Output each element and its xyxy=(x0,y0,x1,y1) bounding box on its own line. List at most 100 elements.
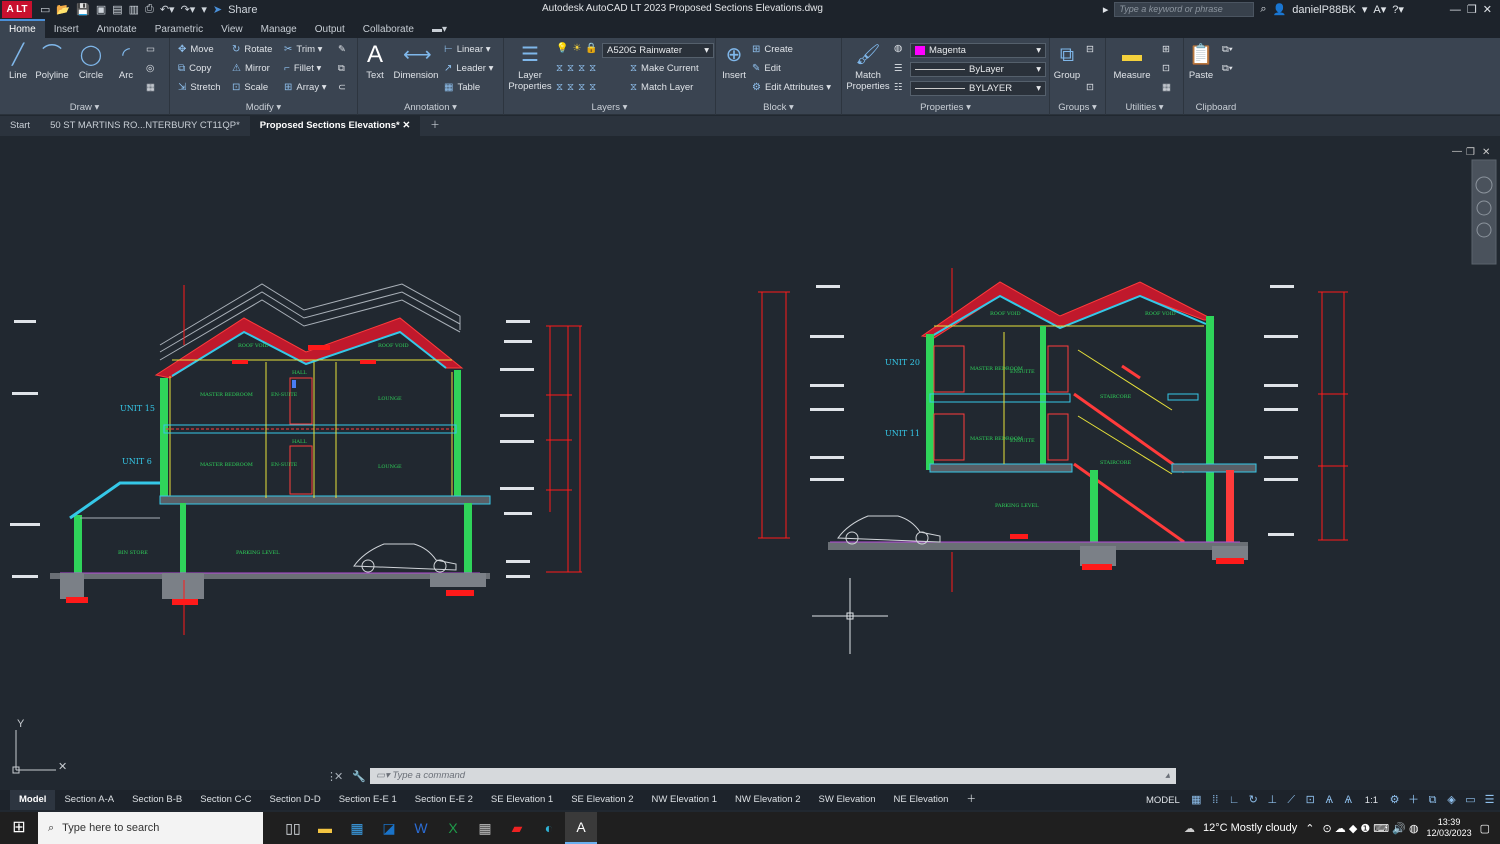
tab-collaborate[interactable]: Collaborate xyxy=(354,21,423,38)
color-wheel-icon[interactable]: ◍ xyxy=(894,43,902,54)
layer-dropdown[interactable]: A520G Rainwater ▾ xyxy=(602,43,714,58)
linetype-icon[interactable]: ☷ xyxy=(894,82,903,93)
scale-dropdown[interactable]: 1:1 xyxy=(1361,795,1382,806)
calculator-icon[interactable]: ▦ xyxy=(469,812,501,844)
tab-layout[interactable]: Section E-E 2 xyxy=(406,790,482,810)
autodesk-app-icon[interactable]: A▾ xyxy=(1373,3,1386,16)
minimize-icon[interactable]: — xyxy=(1450,4,1461,16)
arc-button[interactable]: ◜ Arc xyxy=(112,42,140,81)
trim-button[interactable]: ✂ Trim ▾ xyxy=(284,44,322,55)
tab-model[interactable]: Model xyxy=(10,790,56,810)
clock[interactable]: 13:39 12/03/2023 xyxy=(1427,817,1472,839)
copy-clip-icon[interactable]: ⧉▾ xyxy=(1222,63,1233,74)
share-button[interactable]: Share xyxy=(228,4,257,16)
tab-home[interactable]: Home xyxy=(0,19,45,38)
text-button[interactable]: A Text xyxy=(362,42,388,82)
isolate-icon[interactable]: ⧉ xyxy=(1426,794,1439,807)
edge-icon[interactable]: ◐ xyxy=(533,812,565,844)
autocad-logo[interactable]: A LT xyxy=(2,1,32,18)
quick-select-icon[interactable]: ⊞ xyxy=(1162,44,1170,55)
panel-title-draw[interactable]: Draw ▾ xyxy=(0,102,169,113)
save-as-icon[interactable]: ▣ xyxy=(96,3,106,16)
customize-command-icon[interactable]: 🔧 xyxy=(352,770,366,783)
panel-title-layers[interactable]: Layers ▾ xyxy=(504,102,715,113)
tab-view[interactable]: View xyxy=(212,21,252,38)
rectangle-icon[interactable]: ▭ xyxy=(146,44,155,55)
panel-title-modify[interactable]: Modify ▾ xyxy=(170,102,357,113)
command-history-icon[interactable]: ▴ xyxy=(1165,770,1170,781)
tab-layout[interactable]: SW Elevation xyxy=(810,790,885,810)
grid-icon[interactable]: ▦ xyxy=(1190,794,1203,807)
share-icon[interactable]: ➤ xyxy=(213,3,222,16)
dropdown-icon[interactable]: ▾ xyxy=(1362,3,1368,16)
panel-title-clipboard[interactable]: Clipboard xyxy=(1184,102,1248,113)
array-button[interactable]: ⊞ Array ▾ xyxy=(284,82,327,93)
fillet-button[interactable]: ⌐ Fillet ▾ xyxy=(284,63,321,74)
acrobat-icon[interactable]: ▰ xyxy=(501,812,533,844)
table-button[interactable]: ▦ Table xyxy=(444,82,480,93)
ortho-icon[interactable]: ∟ xyxy=(1228,794,1241,807)
color-dropdown[interactable]: Magenta ▾ xyxy=(910,43,1046,58)
lineweight-dropdown[interactable]: BYLAYER ▾ xyxy=(910,81,1046,96)
stretch-button[interactable]: ⇲ Stretch xyxy=(178,82,221,93)
outlook-icon[interactable]: ◪ xyxy=(373,812,405,844)
command-input[interactable]: ▭▾ Type a command ▴ xyxy=(370,768,1176,784)
windows-start-icon[interactable]: ⊞ xyxy=(0,812,38,844)
undo-icon[interactable]: ↶▾ xyxy=(160,3,175,16)
open-web-icon[interactable]: ▤ xyxy=(112,3,122,16)
circle-button[interactable]: ◯ Circle xyxy=(76,42,106,81)
user-icon[interactable]: 👤 xyxy=(1273,3,1287,16)
tab-layout[interactable]: Section A-A xyxy=(55,790,123,810)
save-web-icon[interactable]: ▥ xyxy=(129,3,139,16)
tab-manage[interactable]: Manage xyxy=(252,21,306,38)
linetype-dropdown[interactable]: ByLayer ▾ xyxy=(910,62,1046,77)
layer-properties-button[interactable]: ☰ Layer Properties xyxy=(508,42,552,92)
chevron-right-icon[interactable]: ▸ xyxy=(1103,3,1109,16)
annotation-icon[interactable]: Ѧ xyxy=(1323,794,1336,807)
settings-gear-icon[interactable]: ⚙ xyxy=(1388,794,1401,807)
help-icon[interactable]: ?▾ xyxy=(1392,3,1404,16)
search-input[interactable]: Type a keyword or phrase xyxy=(1114,2,1255,17)
rotate-button[interactable]: ↻ Rotate xyxy=(232,44,272,55)
tab-layout[interactable]: SE Elevation 2 xyxy=(562,790,642,810)
offset-icon[interactable]: ⊂ xyxy=(338,82,346,93)
polar-icon[interactable]: ↻ xyxy=(1247,794,1260,807)
weather-icon[interactable]: ☁ xyxy=(1184,822,1195,835)
calculator-icon[interactable]: ▦ xyxy=(1162,82,1171,93)
taskbar-search[interactable]: ⌕ Type here to search xyxy=(38,812,263,844)
navigation-bar[interactable] xyxy=(1471,159,1497,265)
panel-title-block[interactable]: Block ▾ xyxy=(716,102,841,113)
layer-tools-row2[interactable]: ⧖ ⧖ ⧖ ⧖ xyxy=(556,82,600,93)
add-layout-icon[interactable]: ＋ xyxy=(957,790,985,810)
select-all-icon[interactable]: ⊡ xyxy=(1162,63,1170,74)
model-space-button[interactable]: MODEL xyxy=(1142,795,1184,806)
snap-icon[interactable]: ⁞⁞ xyxy=(1209,794,1222,807)
cut-icon[interactable]: ⧉▾ xyxy=(1222,44,1233,55)
layer-state-icons[interactable]: 💡 ☀ 🔒 xyxy=(556,43,602,54)
show-hidden-icons[interactable]: ⌃ xyxy=(1305,822,1314,835)
tab-parametric[interactable]: Parametric xyxy=(146,21,212,38)
save-icon[interactable]: 💾 xyxy=(76,3,90,16)
tab-layout[interactable]: NW Elevation 1 xyxy=(643,790,726,810)
plus-icon[interactable]: ＋ xyxy=(1407,794,1420,807)
tab-layout[interactable]: Section B-B xyxy=(123,790,191,810)
ungroup-icon[interactable]: ⊟ xyxy=(1086,44,1094,55)
word-icon[interactable]: W xyxy=(405,812,437,844)
panel-title-properties[interactable]: Properties ▾ xyxy=(842,102,1049,113)
tab-layout[interactable]: NW Elevation 2 xyxy=(726,790,809,810)
close-icon[interactable]: ✕ xyxy=(1483,3,1492,16)
tab-layout[interactable]: Section E-E 1 xyxy=(330,790,406,810)
tab-layout[interactable]: SE Elevation 1 xyxy=(482,790,562,810)
tab-layout[interactable]: NE Elevation xyxy=(885,790,958,810)
group-button[interactable]: ⧉ Group xyxy=(1052,42,1082,81)
plot-icon[interactable]: ⎙ xyxy=(145,3,154,16)
user-name[interactable]: danielP88BK xyxy=(1292,4,1356,16)
mirror-button[interactable]: ⚠ Mirror xyxy=(232,63,270,74)
insert-button[interactable]: ⊕ Insert xyxy=(720,42,748,81)
line-button[interactable]: ╱ Line xyxy=(4,42,32,81)
paste-button[interactable]: 📋 Paste xyxy=(1186,42,1216,81)
tab-output[interactable]: Output xyxy=(306,21,354,38)
tab-annotate[interactable]: Annotate xyxy=(88,21,146,38)
move-button[interactable]: ✥ Move xyxy=(178,44,214,55)
annotation-scale-icon[interactable]: Ѧ xyxy=(1342,794,1355,807)
